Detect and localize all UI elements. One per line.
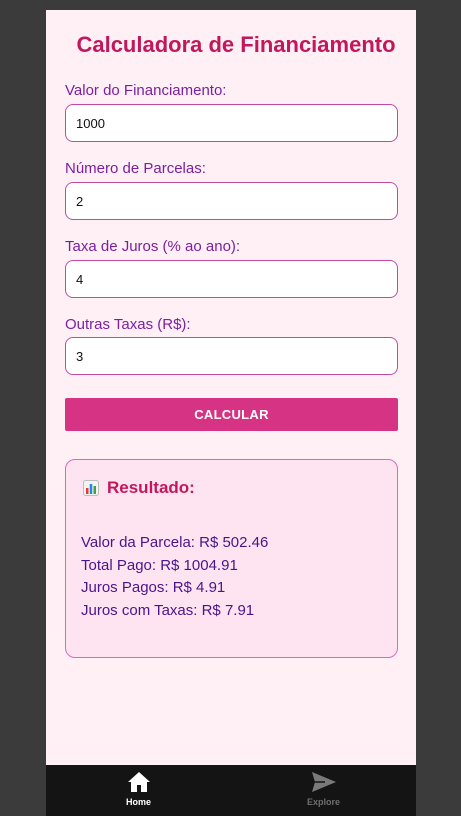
installment-value-text: Valor da Parcela: R$ 502.46	[81, 534, 269, 551]
home-icon	[127, 772, 150, 792]
interest-with-fees-text: Juros com Taxas: R$ 7.91	[81, 601, 255, 619]
app-screen: Calculadora de Financiamento Valor do Fi…	[46, 10, 416, 816]
tab-explore[interactable]: Explore	[231, 765, 416, 816]
loan-amount-label: Valor do Financiamento:	[65, 82, 227, 99]
bottom-tab-bar: Home Explore	[46, 765, 416, 816]
tab-home-label: Home	[125, 797, 151, 807]
interest-rate-input[interactable]	[65, 260, 398, 298]
page-title: Calculadora de Financiamento	[76, 32, 396, 57]
tab-home[interactable]: Home	[46, 765, 231, 816]
other-fees-input[interactable]	[65, 337, 398, 375]
installments-label: Número de Parcelas:	[65, 160, 206, 177]
send-icon	[311, 772, 336, 792]
bar-chart-icon	[83, 480, 99, 496]
other-fees-label: Outras Taxas (R$):	[65, 316, 191, 333]
result-header: Resultado:	[83, 478, 195, 498]
result-card: Resultado: Valor da Parcela: R$ 502.46 T…	[65, 459, 398, 658]
total-paid-text: Total Pago: R$ 1004.91	[81, 556, 238, 574]
calculate-button[interactable]: CALCULAR	[65, 398, 398, 431]
interest-paid-text: Juros Pagos: R$ 4.91	[81, 579, 226, 596]
result-title: Resultado:	[107, 478, 195, 497]
loan-amount-input[interactable]	[65, 104, 398, 142]
interest-rate-label: Taxa de Juros (% ao ano):	[65, 238, 241, 255]
tab-explore-label: Explore	[306, 797, 340, 807]
installments-input[interactable]	[65, 182, 398, 220]
result-lines: Valor da Parcela: R$ 502.46 Total Pago: …	[81, 532, 268, 622]
